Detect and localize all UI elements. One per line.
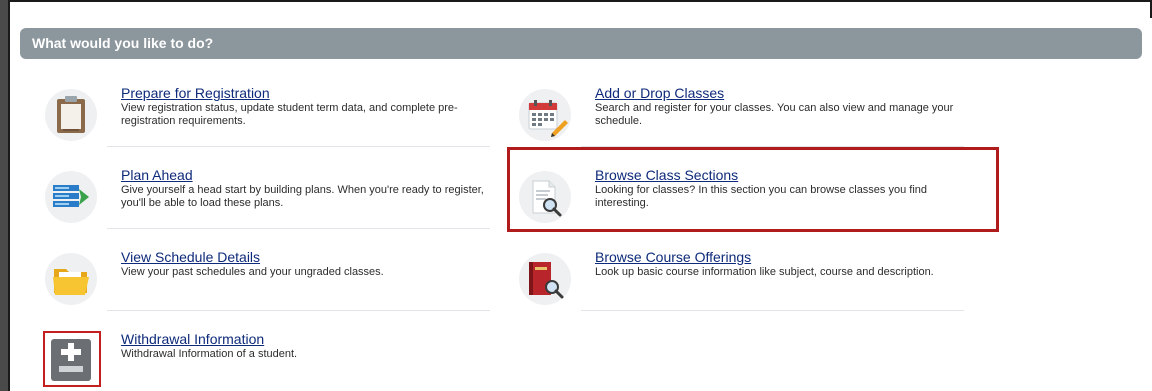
calendar-edit-icon — [519, 89, 571, 141]
plan-list-icon — [45, 171, 97, 223]
menu-item-prepare-registration[interactable]: Prepare for Registration View registrati… — [45, 85, 490, 147]
item-title[interactable]: Prepare for Registration — [121, 85, 270, 101]
clipboard-icon — [45, 89, 97, 141]
withdrawal-icon-highlight — [43, 331, 101, 387]
menu-item-view-schedule-details[interactable]: View Schedule Details View your past sch… — [45, 249, 490, 311]
item-description: Give yourself a head start by building p… — [121, 184, 484, 209]
item-title[interactable]: Browse Course Offerings — [595, 249, 751, 265]
highlight-box — [507, 147, 999, 232]
item-description: Search and register for your classes. Yo… — [595, 102, 954, 127]
item-title[interactable]: Plan Ahead — [121, 167, 193, 183]
book-search-icon — [519, 253, 571, 305]
section-header: What would you like to do? — [20, 28, 1142, 59]
divider — [581, 310, 964, 311]
item-description: Look up basic course information like su… — [595, 266, 934, 278]
menu-item-browse-course-offerings[interactable]: Browse Course Offerings Look up basic co… — [519, 249, 964, 311]
item-title[interactable]: Add or Drop Classes — [595, 85, 724, 101]
section-header-title: What would you like to do? — [32, 35, 214, 51]
folder-icon — [45, 253, 97, 305]
item-description: View registration status, update student… — [121, 102, 458, 127]
menu-item-plan-ahead[interactable]: Plan Ahead Give yourself a head start by… — [45, 167, 490, 229]
divider — [107, 310, 490, 311]
item-title[interactable]: Withdrawal Information — [121, 331, 264, 347]
item-description: Withdrawal Information of a student. — [121, 348, 298, 360]
divider — [107, 228, 490, 229]
divider — [107, 146, 490, 147]
item-description: View your past schedules and your ungrad… — [121, 266, 384, 278]
menu-item-withdrawal-information[interactable]: Withdrawal Information Withdrawal Inform… — [45, 331, 490, 391]
item-title[interactable]: View Schedule Details — [121, 249, 260, 265]
menu-item-add-drop-classes[interactable]: Add or Drop Classes Search and register … — [519, 85, 964, 147]
